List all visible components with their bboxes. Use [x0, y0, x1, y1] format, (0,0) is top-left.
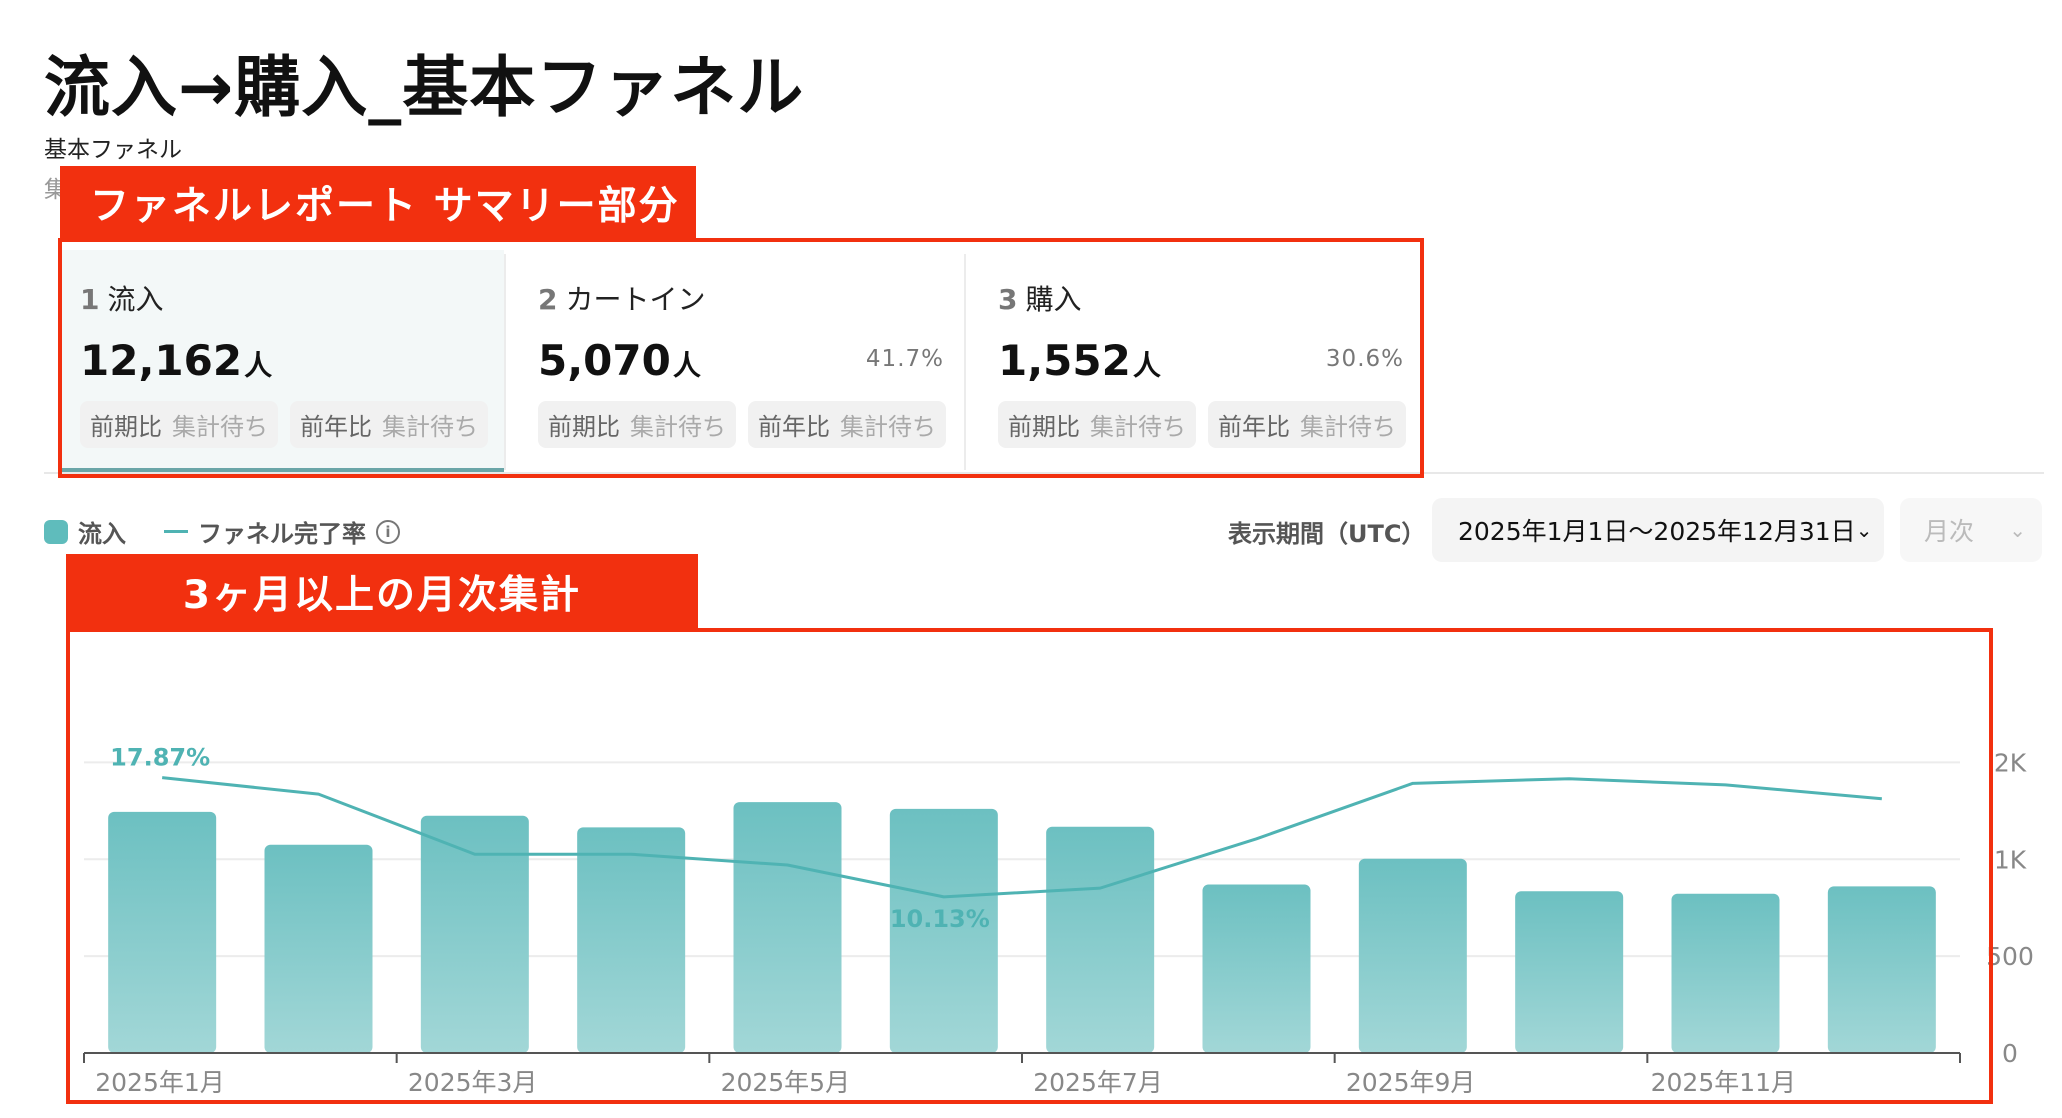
- y-tick-label: 1K: [1994, 845, 2027, 874]
- chart-highlight-box: [66, 628, 1993, 1104]
- summary-callout: ファネルレポート サマリー部分: [60, 166, 696, 240]
- y-tick-label: 0: [2002, 1039, 2018, 1068]
- y-tick-label: 500: [1986, 942, 2034, 971]
- summary-highlight-box: [58, 238, 1424, 478]
- y-tick-label: 2K: [1994, 748, 2027, 777]
- chart-callout: 3ヶ月以上の月次集計: [66, 554, 698, 630]
